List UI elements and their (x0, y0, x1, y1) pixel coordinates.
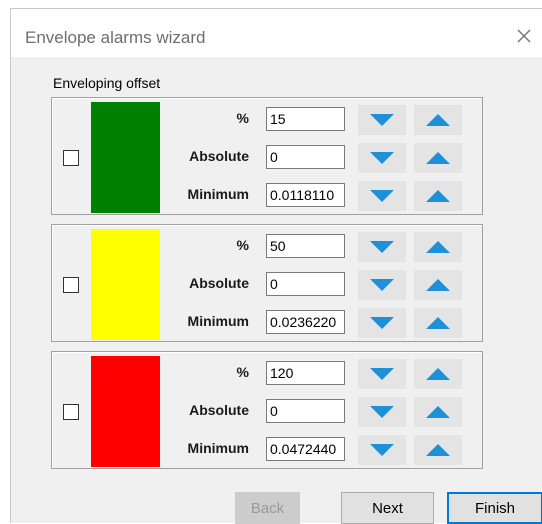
arrow-down-icon (370, 279, 394, 291)
minimum-decrement-button-2[interactable] (358, 308, 406, 338)
absolute-decrement-button-3[interactable] (358, 397, 406, 427)
percent-increment-button-1[interactable] (414, 105, 462, 135)
absolute-label: Absolute (189, 275, 249, 291)
percent-input-2[interactable] (266, 234, 345, 258)
alarm-band-panel-3: % Absolute Minimum (51, 351, 483, 469)
enveloping-offset-label: Enveloping offset (53, 75, 161, 91)
close-icon[interactable] (511, 23, 537, 49)
arrow-up-icon (426, 317, 450, 329)
percent-decrement-button-2[interactable] (358, 232, 406, 262)
arrow-down-icon (370, 444, 394, 456)
percent-label: % (236, 237, 249, 253)
percent-label: % (236, 110, 249, 126)
alarm-band-panel-2: % Absolute Minimum (51, 224, 483, 342)
arrow-up-icon (426, 368, 450, 380)
arrow-up-icon (426, 444, 450, 456)
band-checkbox-3[interactable] (63, 404, 79, 420)
minimum-increment-button-1[interactable] (414, 181, 462, 211)
arrow-down-icon (370, 114, 394, 126)
minimum-label: Minimum (187, 440, 249, 456)
absolute-label: Absolute (189, 148, 249, 164)
absolute-input-1[interactable] (266, 145, 345, 169)
arrow-down-icon (370, 241, 394, 253)
window-title: Envelope alarms wizard (25, 28, 206, 47)
absolute-increment-button-1[interactable] (414, 143, 462, 173)
finish-button[interactable]: Finish (447, 492, 542, 524)
alarm-band-panel-1: % Absolute Minimum (51, 97, 483, 215)
minimum-input-1[interactable] (266, 183, 345, 207)
minimum-input-2[interactable] (266, 310, 345, 334)
absolute-increment-button-2[interactable] (414, 270, 462, 300)
absolute-increment-button-3[interactable] (414, 397, 462, 427)
next-button[interactable]: Next (341, 492, 434, 524)
band-checkbox-1[interactable] (63, 150, 79, 166)
title-bar: Envelope alarms wizard (11, 9, 542, 57)
percent-decrement-button-1[interactable] (358, 105, 406, 135)
envelope-alarms-wizard-dialog: Envelope alarms wizard Enveloping offset… (10, 8, 542, 524)
arrow-down-icon (370, 190, 394, 202)
arrow-up-icon (426, 406, 450, 418)
minimum-input-3[interactable] (266, 437, 345, 461)
minimum-decrement-button-3[interactable] (358, 435, 406, 465)
back-button[interactable]: Back (235, 492, 300, 524)
arrow-down-icon (370, 368, 394, 380)
minimum-increment-button-2[interactable] (414, 308, 462, 338)
percent-label: % (236, 364, 249, 380)
percent-decrement-button-3[interactable] (358, 359, 406, 389)
percent-input-3[interactable] (266, 361, 345, 385)
absolute-input-3[interactable] (266, 399, 345, 423)
arrow-up-icon (426, 152, 450, 164)
percent-increment-button-2[interactable] (414, 232, 462, 262)
arrow-down-icon (370, 152, 394, 164)
arrow-up-icon (426, 114, 450, 126)
percent-increment-button-3[interactable] (414, 359, 462, 389)
arrow-up-icon (426, 279, 450, 291)
absolute-decrement-button-2[interactable] (358, 270, 406, 300)
arrow-down-icon (370, 406, 394, 418)
absolute-label: Absolute (189, 402, 249, 418)
arrow-up-icon (426, 241, 450, 253)
minimum-label: Minimum (187, 313, 249, 329)
band-checkbox-2[interactable] (63, 277, 79, 293)
minimum-increment-button-3[interactable] (414, 435, 462, 465)
arrow-down-icon (370, 317, 394, 329)
minimum-label: Minimum (187, 186, 249, 202)
minimum-decrement-button-1[interactable] (358, 181, 406, 211)
percent-input-1[interactable] (266, 107, 345, 131)
absolute-input-2[interactable] (266, 272, 345, 296)
absolute-decrement-button-1[interactable] (358, 143, 406, 173)
arrow-up-icon (426, 190, 450, 202)
